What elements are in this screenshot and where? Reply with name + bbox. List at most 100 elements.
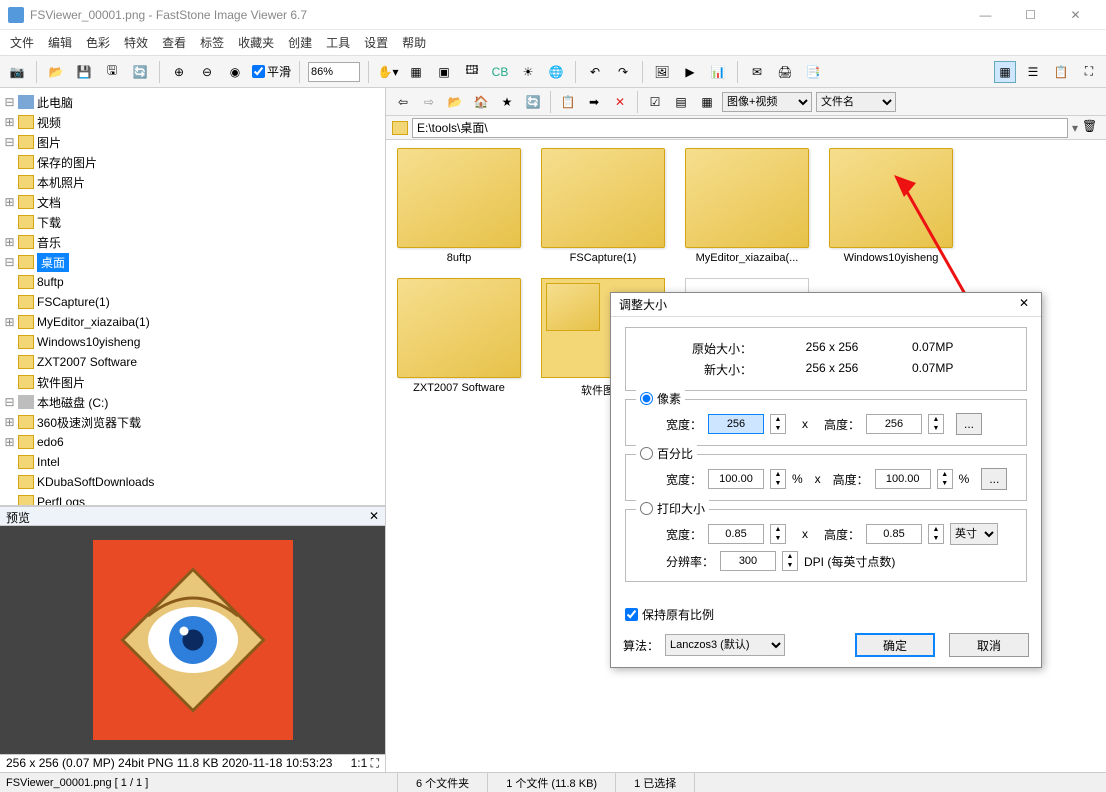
filter-select[interactable]: 图像+视频	[722, 92, 812, 112]
unit-select[interactable]: 英寸	[950, 523, 998, 545]
percent-height-input[interactable]	[875, 469, 931, 489]
redo-icon[interactable]: ↷	[612, 61, 634, 83]
color-icon[interactable]: 🌐	[545, 61, 567, 83]
tree-item[interactable]: ⊞视频	[0, 112, 385, 132]
tree-item[interactable]: ⊞MyEditor_xiazaiba(1)	[0, 312, 385, 332]
folder-tree[interactable]: ⊟此电脑⊞视频⊟图片保存的图片本机照片⊞文档下载⊞音乐⊟桌面8uftpFSCap…	[0, 88, 385, 506]
tree-item[interactable]: ⊞360极速浏览器下载	[0, 412, 385, 432]
print-icon[interactable]: 🖨	[774, 61, 796, 83]
undo-icon[interactable]: ↶	[584, 61, 606, 83]
menu-view[interactable]: 查看	[156, 31, 192, 54]
tree-item[interactable]: FSCapture(1)	[0, 292, 385, 312]
spinner-icon[interactable]: ▲▼	[928, 414, 944, 434]
menu-tags[interactable]: 标签	[194, 31, 230, 54]
tree-item[interactable]: ⊟桌面	[0, 252, 385, 272]
minimize-button[interactable]: —	[963, 0, 1008, 30]
print-width-input[interactable]	[708, 524, 764, 544]
radio-percent[interactable]	[640, 447, 653, 460]
tree-item[interactable]: KDubaSoftDownloads	[0, 472, 385, 492]
tree-item[interactable]: ⊟此电脑	[0, 92, 385, 112]
zoomin-icon[interactable]: ⊕	[168, 61, 190, 83]
reload-icon[interactable]: 🔄	[129, 61, 151, 83]
tree-item[interactable]: ⊞文档	[0, 192, 385, 212]
preview-close-icon[interactable]: ✕	[369, 509, 379, 523]
menu-help[interactable]: 帮助	[396, 31, 432, 54]
menu-settings[interactable]: 设置	[358, 31, 394, 54]
delete-icon[interactable]: ✕	[609, 91, 631, 113]
menu-effects[interactable]: 特效	[118, 31, 154, 54]
thumbnail[interactable]: 8uftp	[394, 148, 524, 264]
spinner-icon[interactable]: ▲▼	[782, 551, 798, 571]
slideshow-icon[interactable]: ▶	[679, 61, 701, 83]
email-icon[interactable]: ✉	[746, 61, 768, 83]
select-icon[interactable]: ☑	[644, 91, 666, 113]
thumbnail[interactable]: Windows10yisheng	[826, 148, 956, 264]
compare-icon[interactable]: 📊	[707, 61, 729, 83]
zoom-input[interactable]	[308, 62, 360, 82]
close-button[interactable]: ✕	[1053, 0, 1098, 30]
preset-button[interactable]: ...	[956, 413, 982, 435]
ok-button[interactable]: 确定	[855, 633, 935, 657]
percent-width-input[interactable]	[708, 469, 764, 489]
tree-item[interactable]: 保存的图片	[0, 152, 385, 172]
home-icon[interactable]: 🏠	[470, 91, 492, 113]
menu-edit[interactable]: 编辑	[42, 31, 78, 54]
thumbnail[interactable]: FSCapture(1)	[538, 148, 668, 264]
spinner-icon[interactable]: ▲▼	[928, 524, 944, 544]
tree-item[interactable]: PerfLogs	[0, 492, 385, 506]
refresh-icon[interactable]: 🔄	[522, 91, 544, 113]
trash-icon[interactable]: 🗑	[1082, 119, 1100, 137]
tree-item[interactable]: ⊞edo6	[0, 432, 385, 452]
pixel-width-input[interactable]	[708, 414, 764, 434]
tree-item[interactable]: 软件图片	[0, 372, 385, 392]
fullscreen-icon[interactable]: ⛶	[1078, 61, 1100, 83]
menu-file[interactable]: 文件	[4, 31, 40, 54]
spinner-icon[interactable]: ▲▼	[937, 469, 953, 489]
algorithm-select[interactable]: Lanczos3 (默认)	[665, 634, 785, 656]
crop-icon[interactable]: ▦	[405, 61, 427, 83]
save-icon[interactable]: 💾	[73, 61, 95, 83]
view-list-icon[interactable]: ☰	[1022, 61, 1044, 83]
adjust-icon[interactable]: ☀	[517, 61, 539, 83]
batch-icon[interactable]: 📑	[802, 61, 824, 83]
dialog-close-icon[interactable]: ✕	[1015, 296, 1033, 314]
up-icon[interactable]: 📂	[444, 91, 466, 113]
tree-item[interactable]: 8uftp	[0, 272, 385, 292]
radio-pixel[interactable]	[640, 392, 653, 405]
forward-icon[interactable]: ⇨	[418, 91, 440, 113]
open-icon[interactable]: 📂	[45, 61, 67, 83]
smooth-checkbox[interactable]: 平滑	[252, 63, 291, 80]
move-icon[interactable]: ➡	[583, 91, 605, 113]
clone-icon[interactable]: CB	[489, 61, 511, 83]
tree-item[interactable]: 下载	[0, 212, 385, 232]
tree-item[interactable]: Intel	[0, 452, 385, 472]
print-height-input[interactable]	[866, 524, 922, 544]
cancel-button[interactable]: 取消	[949, 633, 1029, 657]
spinner-icon[interactable]: ▲▼	[770, 469, 786, 489]
path-input[interactable]	[412, 118, 1068, 138]
saveas-icon[interactable]: 🖫	[101, 61, 123, 83]
tree-item[interactable]: Windows10yisheng	[0, 332, 385, 352]
radio-print[interactable]	[640, 502, 653, 515]
viewmode2-icon[interactable]: ▦	[696, 91, 718, 113]
view-detail-icon[interactable]: 📋	[1050, 61, 1072, 83]
canvas-icon[interactable]: 🖽	[461, 61, 483, 83]
view-thumb-icon[interactable]: ▦	[994, 61, 1016, 83]
tree-item[interactable]: 本机照片	[0, 172, 385, 192]
spinner-icon[interactable]: ▲▼	[770, 524, 786, 544]
fav-icon[interactable]: ★	[496, 91, 518, 113]
thumbnail[interactable]: MyEditor_xiazaiba(...	[682, 148, 812, 264]
pixel-height-input[interactable]	[866, 414, 922, 434]
thumbnail[interactable]: ZXT2007 Software	[394, 278, 524, 411]
menu-create[interactable]: 创建	[282, 31, 318, 54]
tree-item[interactable]: ⊟本地磁盘 (C:)	[0, 392, 385, 412]
tree-item[interactable]: ⊞音乐	[0, 232, 385, 252]
sort-select[interactable]: 文件名	[816, 92, 896, 112]
dpi-input[interactable]	[720, 551, 776, 571]
viewmode1-icon[interactable]: ▤	[670, 91, 692, 113]
tree-item[interactable]: ZXT2007 Software	[0, 352, 385, 372]
hand-icon[interactable]: ✋▾	[377, 61, 399, 83]
menu-color[interactable]: 色彩	[80, 31, 116, 54]
preset-button[interactable]: ...	[981, 468, 1007, 490]
acquire-icon[interactable]: 📷	[6, 61, 28, 83]
